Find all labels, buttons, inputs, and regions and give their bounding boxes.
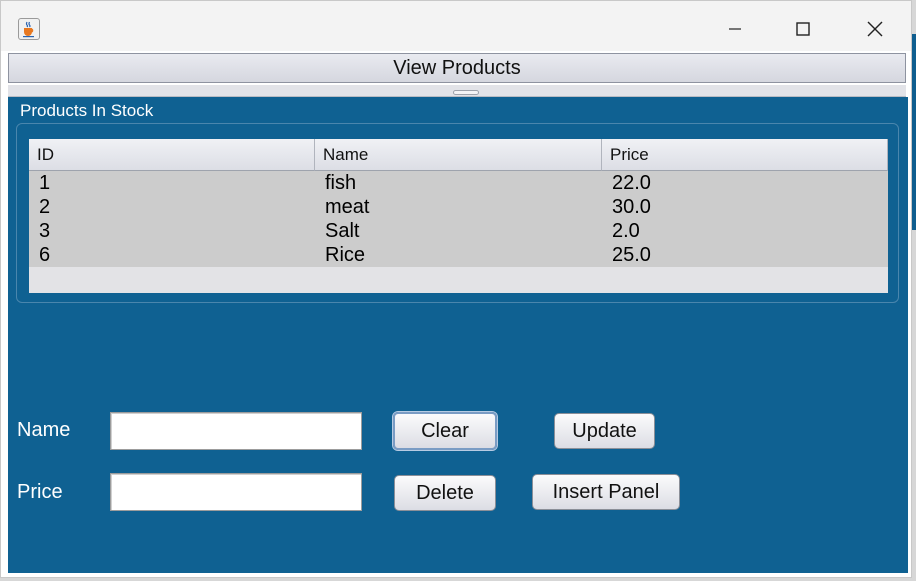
clear-button[interactable]: Clear bbox=[393, 412, 497, 450]
java-coffee-icon bbox=[18, 18, 40, 40]
price-label: Price bbox=[17, 481, 63, 503]
close-button[interactable] bbox=[853, 11, 897, 47]
split-pane-divider[interactable] bbox=[8, 85, 906, 97]
cell-price: 22.0 bbox=[612, 172, 651, 194]
table-row[interactable]: 6 Rice 25.0 bbox=[29, 243, 888, 267]
cell-id: 3 bbox=[39, 220, 51, 242]
cell-name: meat bbox=[325, 196, 370, 218]
cell-price: 25.0 bbox=[612, 244, 651, 266]
products-panel-title: Products In Stock bbox=[20, 101, 154, 120]
close-icon bbox=[867, 21, 883, 37]
delete-button[interactable]: Delete bbox=[394, 475, 496, 511]
insert-panel-button[interactable]: Insert Panel bbox=[532, 474, 680, 510]
cell-id: 1 bbox=[39, 172, 51, 194]
column-header-price[interactable]: Price bbox=[602, 139, 888, 171]
cell-name: fish bbox=[325, 172, 357, 194]
cell-price: 30.0 bbox=[612, 196, 651, 218]
table-row[interactable]: 2 meat 30.0 bbox=[29, 195, 888, 219]
main-panel: Products In Stock ID Name Price 1 fish 2… bbox=[8, 97, 908, 573]
title-bar[interactable] bbox=[1, 1, 911, 51]
cell-id: 2 bbox=[39, 196, 51, 218]
app-window: View Products Products In Stock ID Name … bbox=[0, 0, 912, 578]
table-body: 1 fish 22.0 2 meat 30.0 3 Salt 2.0 6 Ric… bbox=[29, 171, 888, 267]
name-field[interactable] bbox=[110, 412, 362, 450]
cell-id: 6 bbox=[39, 244, 51, 266]
divider-grip-icon[interactable] bbox=[453, 90, 479, 95]
view-products-button[interactable]: View Products bbox=[8, 53, 906, 83]
cell-name: Rice bbox=[325, 244, 366, 266]
maximize-icon bbox=[796, 22, 810, 36]
update-button[interactable]: Update bbox=[554, 413, 655, 449]
maximize-button[interactable] bbox=[781, 11, 825, 47]
table-row[interactable]: 1 fish 22.0 bbox=[29, 171, 888, 195]
table-header: ID Name Price bbox=[29, 139, 888, 171]
name-label: Name bbox=[17, 419, 71, 441]
table-row[interactable]: 3 Salt 2.0 bbox=[29, 219, 888, 243]
cell-price: 2.0 bbox=[612, 220, 640, 242]
column-header-id[interactable]: ID bbox=[29, 139, 315, 171]
column-header-name[interactable]: Name bbox=[315, 139, 602, 171]
minimize-icon bbox=[729, 28, 741, 30]
products-table[interactable]: ID Name Price 1 fish 22.0 2 meat 30.0 3 … bbox=[29, 139, 888, 293]
minimize-button[interactable] bbox=[713, 11, 757, 47]
price-field[interactable] bbox=[110, 473, 362, 511]
cell-name: Salt bbox=[325, 220, 360, 242]
